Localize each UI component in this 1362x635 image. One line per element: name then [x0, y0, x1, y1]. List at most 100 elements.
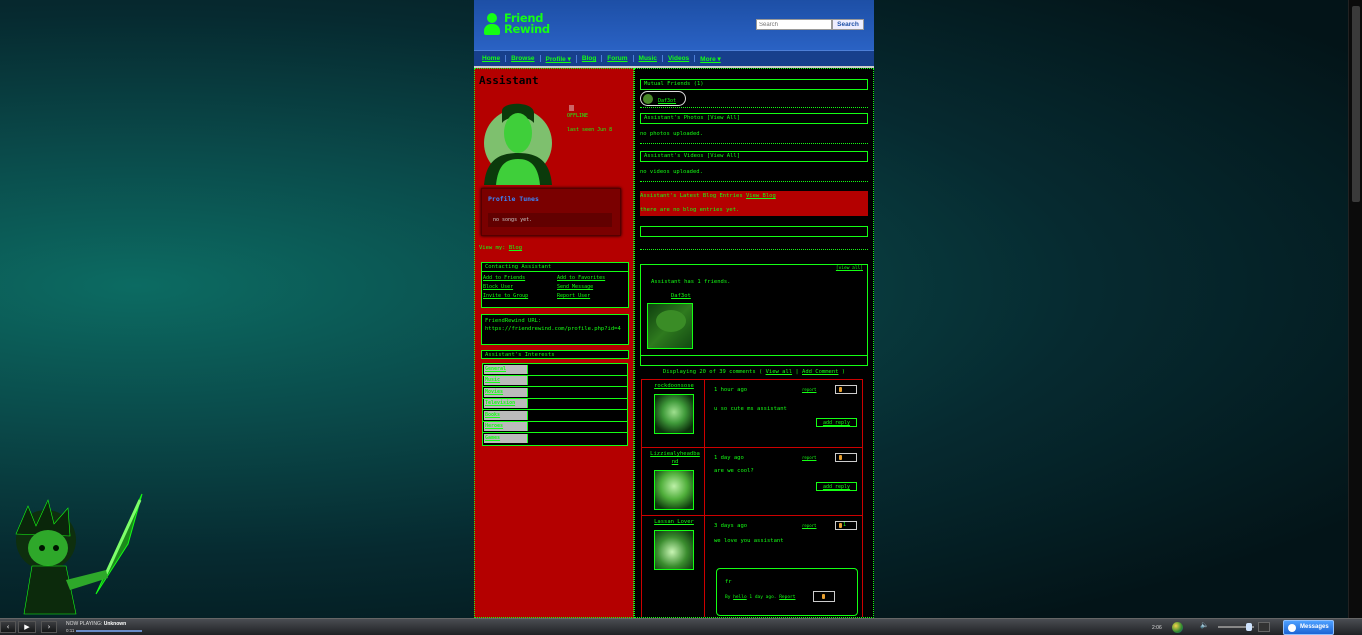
friends-count: Assistant has 1 friends. [651, 279, 731, 285]
add-comment-link[interactable]: Add Comment [802, 369, 838, 375]
photos-empty: no photos uploaded. [640, 131, 703, 137]
like-button[interactable] [835, 453, 857, 462]
interest-television: Television [484, 399, 528, 409]
profile-tunes-panel: Profile Tunes no songs yet. [481, 188, 621, 236]
nav-forum[interactable]: Forum [602, 55, 634, 62]
scrollbar-thumb[interactable] [1352, 6, 1360, 202]
profile-page: Friend Rewind Search Home Browse Profile… [474, 0, 874, 618]
add-reply-button[interactable]: add reply [816, 482, 857, 491]
messages-label: Messages [1300, 624, 1329, 630]
next-icon[interactable]: › [41, 621, 57, 633]
view-blog-link[interactable]: View Blog [746, 193, 776, 199]
progress-bar[interactable] [76, 630, 142, 632]
photos-title[interactable]: Assistant's Photos [View All] [640, 113, 868, 124]
comment-item: Lizziealyheadband 1 day ago report are w… [642, 448, 862, 516]
view-my-blog-link[interactable]: Blog [509, 245, 522, 251]
comment-username[interactable]: Lassan Lover [644, 518, 704, 526]
comment-time: 1 day ago [714, 455, 744, 461]
site-logo[interactable]: Friend Rewind [484, 12, 550, 36]
friends-view-all-link[interactable]: [view all] [836, 266, 863, 271]
blog-entries-panel: Assistant's Latest Blog Entries View Blo… [640, 191, 868, 216]
mutual-friend-chip[interactable]: Daf3ot [640, 91, 686, 106]
nav-browse[interactable]: Browse [506, 55, 541, 62]
report-link[interactable]: report [802, 455, 816, 460]
like-button[interactable] [835, 385, 857, 394]
comment-username[interactable]: rockdoonsose [644, 382, 704, 390]
like-button[interactable]: 1 [835, 521, 857, 530]
interest-heroes: Heroes [484, 422, 528, 432]
interest-row: Games [483, 433, 627, 445]
search-button[interactable]: Search [832, 19, 864, 30]
blog-empty: there are no blog entries yet. [640, 207, 740, 213]
block-user-link[interactable]: Block User [483, 284, 557, 290]
contact-title: Contacting Assistant [482, 263, 628, 272]
profile-url-label: FriendRewind URL: [485, 318, 542, 324]
comment-user-photo[interactable] [654, 530, 694, 570]
comment-user-photo[interactable] [654, 470, 694, 510]
view-my: View my: Blog [479, 245, 522, 251]
comments-header-bar [640, 355, 868, 366]
elapsed-time: 0:11 [66, 628, 75, 633]
browser-globe-icon[interactable] [1172, 622, 1183, 633]
comment-text: we love you assistant [714, 538, 784, 544]
comment-time: 3 days ago [714, 523, 748, 529]
reply-age: 1 day ago. [749, 595, 777, 600]
logo-line2: Rewind [504, 22, 550, 36]
blog-title: Assistant's Latest Blog Entries [640, 193, 743, 199]
report-user-link[interactable]: Report User [557, 293, 623, 299]
volume-knob[interactable] [1246, 623, 1252, 631]
comments-count-text: Displaying 20 of 39 comments ( [662, 369, 763, 375]
mutual-friend-name[interactable]: Daf3ot [658, 98, 676, 104]
send-message-link[interactable]: Send Message [557, 284, 623, 290]
character-decoration [15, 493, 143, 615]
reply-user-link[interactable]: hello [733, 595, 747, 600]
play-icon[interactable]: ▶ [18, 621, 36, 633]
volume-icon[interactable]: 🔈 [1200, 621, 1214, 633]
add-to-friends-link[interactable]: Add to Friends [483, 275, 557, 281]
reply-text: fr [725, 579, 732, 585]
nav-profile[interactable]: Profile ▾ [541, 54, 577, 63]
nav-more[interactable]: More ▾ [695, 55, 726, 63]
videos-title[interactable]: Assistant's Videos [View All] [640, 151, 868, 162]
report-link[interactable]: report [802, 387, 816, 392]
comment-user-cell: Lizziealyheadband [642, 448, 705, 515]
add-to-favorites-link[interactable]: Add to Favorites [557, 275, 623, 281]
now-playing: NOW PLAYING: Unknown [66, 621, 126, 627]
comments-summary: Displaying 20 of 39 comments ( View all … [640, 369, 868, 375]
divider [640, 181, 868, 182]
clock: 2:06 [1152, 625, 1162, 631]
nav-home[interactable]: Home [477, 55, 507, 62]
messages-button[interactable]: Messages [1283, 620, 1334, 635]
search-input[interactable] [756, 19, 832, 30]
add-reply-button[interactable]: add reply [816, 418, 857, 427]
invite-to-group-link[interactable]: Invite to Group [483, 293, 557, 299]
status-text: OFFLINE [567, 113, 589, 119]
reply-like-button[interactable] [813, 591, 835, 602]
page-scrollbar[interactable] [1348, 0, 1362, 618]
comment-username[interactable]: Lizziealyheadband [649, 450, 701, 466]
interest-row: Music [483, 376, 627, 387]
friend-name-link[interactable]: Daf3ot [671, 293, 691, 299]
logo-text: Friend Rewind [504, 12, 550, 36]
status-icon [569, 105, 574, 111]
chevron-left-icon[interactable]: ‹ [0, 621, 16, 633]
comment-user-photo[interactable] [654, 394, 694, 434]
media-player-bar: ‹ ▶ › NOW PLAYING: Unknown 0:11 2:06 🔈 M… [0, 618, 1362, 635]
interests-table: General Music Movies Television Books He… [482, 363, 628, 446]
interest-music: Music [484, 376, 528, 386]
interests-title: Assistant's Interests [485, 352, 555, 358]
nav-music[interactable]: Music [634, 55, 663, 62]
view-all-comments-link[interactable]: View all [766, 369, 793, 375]
mutual-friend-avatar [643, 94, 653, 104]
reply-by-label: By [725, 595, 731, 600]
friend-photo[interactable] [647, 303, 693, 349]
reply-report-link[interactable]: Report [779, 595, 795, 600]
nav-videos[interactable]: Videos [663, 55, 696, 62]
videos-empty: no videos uploaded. [640, 169, 703, 175]
empty-box [640, 226, 868, 237]
report-link[interactable]: report [802, 523, 816, 528]
nav-blog[interactable]: Blog [577, 55, 603, 62]
tray-icon[interactable] [1258, 622, 1270, 632]
profile-tunes-empty: no songs yet. [488, 213, 612, 227]
contact-links: Add to Friends Add to Favorites Block Us… [483, 275, 623, 299]
